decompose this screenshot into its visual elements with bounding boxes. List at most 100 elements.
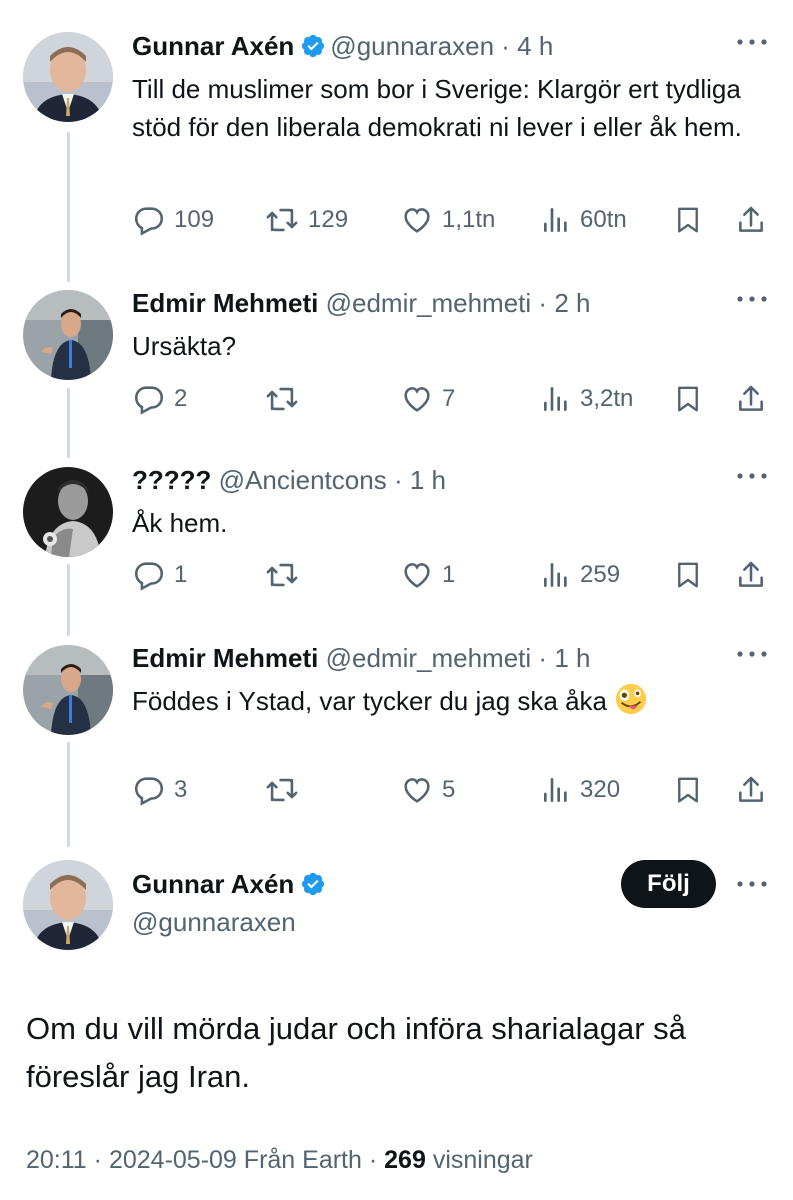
- author-handle[interactable]: @gunnaraxen: [330, 31, 494, 61]
- bookmark-icon: [678, 207, 698, 233]
- share-button[interactable]: [735, 379, 767, 419]
- separator: ·: [538, 643, 548, 673]
- like-button[interactable]: 7: [400, 379, 455, 419]
- like-count: 5: [442, 776, 456, 803]
- views-button[interactable]: 3,2tn: [540, 379, 633, 419]
- heart-icon: [404, 778, 430, 803]
- timestamp[interactable]: 1 h: [410, 465, 446, 495]
- repost-count: 129: [308, 206, 349, 233]
- zany-face-emoji-icon: [614, 682, 648, 716]
- repost-button[interactable]: 129: [264, 200, 348, 240]
- action-bar: 3 5 320: [132, 770, 772, 810]
- reply-button[interactable]: 1: [132, 555, 187, 595]
- reply-tweet[interactable]: Gunnar Axén @gunnaraxen · 4 h Till de mus…: [0, 30, 793, 260]
- bookmark-button[interactable]: [673, 379, 703, 419]
- more-options-icon[interactable]: [735, 466, 769, 486]
- follow-button[interactable]: Följ: [621, 860, 716, 908]
- views-count: 259: [580, 561, 621, 588]
- tweet-header: Edmir Mehmeti @edmir_mehmeti · 2 h: [132, 287, 590, 319]
- views-button[interactable]: 320: [540, 770, 620, 810]
- author-handle[interactable]: @edmir_mehmeti: [326, 643, 532, 673]
- bookmark-button[interactable]: [673, 200, 703, 240]
- author-handle-row: @gunnaraxen: [132, 906, 296, 938]
- tweet-source: Från Earth: [243, 1146, 362, 1174]
- more-options-icon[interactable]: [735, 874, 769, 894]
- author-handle[interactable]: @Ancientcons: [219, 465, 387, 495]
- repost-button[interactable]: [264, 555, 308, 595]
- author-name[interactable]: Gunnar Axén: [132, 31, 294, 61]
- share-button[interactable]: [735, 555, 767, 595]
- timestamp[interactable]: 1 h: [554, 643, 590, 673]
- timestamp[interactable]: 4 h: [517, 31, 553, 61]
- like-button[interactable]: 5: [400, 770, 455, 810]
- repost-button[interactable]: [264, 770, 308, 810]
- avatar[interactable]: [23, 467, 113, 557]
- focused-tweet-text: Om du vill mörda judar och införa sharia…: [26, 1011, 686, 1094]
- tweet-text: Ursäkta?: [132, 331, 237, 361]
- author-handle[interactable]: @edmir_mehmeti: [326, 288, 532, 318]
- avatar[interactable]: [23, 290, 113, 380]
- like-count: 1,1tn: [442, 206, 496, 233]
- like-count: 7: [442, 385, 456, 412]
- like-button[interactable]: 1: [400, 555, 455, 595]
- views-count: 320: [580, 776, 621, 803]
- views-count: 3,2tn: [580, 385, 634, 412]
- tweet-header: Edmir Mehmeti @edmir_mehmeti · 1 h: [132, 642, 590, 674]
- bookmark-button[interactable]: [673, 555, 703, 595]
- verified-badge-icon: [300, 871, 326, 904]
- bookmark-button[interactable]: [673, 770, 703, 810]
- views-button[interactable]: 60tn: [540, 200, 627, 240]
- views-button[interactable]: 259: [540, 555, 620, 595]
- separator: ·: [393, 465, 403, 495]
- more-options-icon[interactable]: [735, 644, 769, 664]
- avatar[interactable]: [23, 645, 113, 735]
- repost-button[interactable]: [264, 379, 308, 419]
- more-options-icon[interactable]: [735, 289, 769, 309]
- views-icon: [544, 563, 567, 587]
- views-icon: [544, 387, 567, 411]
- share-icon: [739, 561, 763, 587]
- separator: ·: [538, 288, 548, 318]
- author-name[interactable]: ?????: [132, 465, 211, 495]
- reply-tweet[interactable]: ????? @Ancientcons · 1 h Åk hem. 1 1 259: [0, 464, 793, 614]
- more-options-icon[interactable]: [735, 32, 769, 52]
- avatar[interactable]: [23, 32, 113, 122]
- avatar[interactable]: [23, 860, 113, 950]
- reply-tweet[interactable]: Edmir Mehmeti @edmir_mehmeti · 2 h Ursäk…: [0, 287, 793, 437]
- views-icon: [544, 778, 567, 802]
- reply-count: 3: [174, 776, 188, 803]
- tweet-date[interactable]: 2024-05-09: [109, 1146, 237, 1174]
- share-button[interactable]: [735, 200, 767, 240]
- reply-button[interactable]: 2: [132, 379, 187, 419]
- views-icon: [544, 208, 567, 232]
- reply-icon: [134, 207, 164, 236]
- repost-icon: [266, 778, 298, 802]
- reply-button[interactable]: 109: [132, 200, 214, 240]
- like-count: 1: [442, 561, 456, 588]
- author-handle[interactable]: @gunnaraxen: [132, 907, 296, 937]
- reply-button[interactable]: 3: [132, 770, 187, 810]
- tweet-text: Föddes i Ystad, var tycker du jag ska åk…: [132, 686, 607, 716]
- views-label: visningar: [432, 1146, 533, 1174]
- tweet-text: Åk hem.: [132, 508, 228, 538]
- repost-icon: [266, 208, 298, 232]
- author-name[interactable]: Gunnar Axén: [132, 869, 294, 899]
- separator: ·: [93, 1146, 102, 1174]
- heart-icon: [404, 387, 430, 412]
- heart-icon: [404, 208, 430, 233]
- tweet-header: ????? @Ancientcons · 1 h: [132, 464, 446, 496]
- reply-count: 2: [174, 385, 188, 412]
- reply-icon: [134, 386, 164, 415]
- action-bar: 109 129 1,1tn 60tn: [132, 200, 772, 240]
- reply-tweet[interactable]: Edmir Mehmeti @edmir_mehmeti · 1 h Födde…: [0, 642, 793, 832]
- author-name[interactable]: Edmir Mehmeti: [132, 288, 318, 318]
- timestamp[interactable]: 2 h: [554, 288, 590, 318]
- reply-icon: [134, 562, 164, 591]
- like-button[interactable]: 1,1tn: [400, 200, 495, 240]
- action-bar: 2 7 3,2tn: [132, 379, 772, 419]
- share-button[interactable]: [735, 770, 767, 810]
- author-name[interactable]: Edmir Mehmeti: [132, 643, 318, 673]
- separator: ·: [501, 31, 510, 61]
- tweet-header: Gunnar Axén: [132, 868, 330, 904]
- tweet-time[interactable]: 20:11: [26, 1146, 87, 1174]
